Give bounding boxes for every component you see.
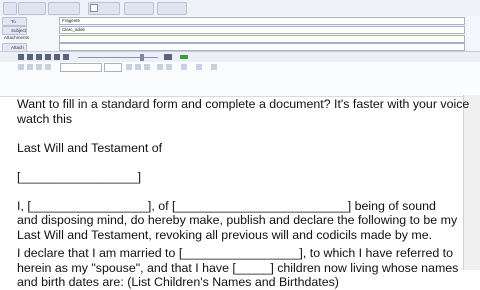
format-button[interactable] — [18, 64, 24, 70]
message-header: To Fragente Subject Clarc_adde Attachmen… — [0, 16, 480, 52]
paragraph-1-line-1: I, [_________________], of [____________… — [17, 198, 436, 213]
subject-value: Clarc_adde — [62, 27, 86, 32]
paragraph-1-line-3: Last Will and Testament, revoking all pr… — [17, 227, 433, 242]
paragraph-2-line-3: and birth dates are: (List Children's Na… — [17, 275, 339, 289]
subject-button[interactable]: Subject — [2, 26, 27, 35]
toolbar-button-1[interactable] — [3, 2, 17, 15]
to-field[interactable]: Fragente — [59, 17, 465, 25]
document-body[interactable]: Want to fill in a standard form and comp… — [17, 97, 470, 290]
record-icon[interactable] — [63, 54, 69, 60]
subject-field[interactable]: Clarc_adde — [59, 26, 465, 34]
toolbar-button-3[interactable] — [48, 2, 80, 15]
to-button[interactable]: To — [2, 17, 27, 26]
format-button[interactable] — [27, 64, 33, 70]
underline-button[interactable] — [144, 64, 150, 70]
bold-button[interactable] — [126, 64, 132, 70]
volume-icon[interactable] — [164, 54, 172, 60]
pause-icon[interactable] — [36, 54, 42, 60]
subject-label: Subject — [11, 28, 27, 33]
formatting-toolbar — [0, 62, 480, 97]
size-select[interactable] — [104, 63, 122, 72]
align-button[interactable] — [166, 64, 172, 70]
paragraph-2-line-2: herein as my "spouse", and that I have [… — [17, 260, 459, 275]
format-button[interactable] — [45, 64, 51, 70]
align-button[interactable] — [157, 64, 163, 70]
vertical-scrollbar[interactable] — [463, 95, 480, 270]
toolbar-checkbox[interactable] — [90, 4, 98, 12]
name-blank: [_________________] — [17, 169, 142, 184]
intro-line-2: watch this — [17, 111, 73, 126]
forward-icon[interactable] — [54, 54, 60, 60]
attachments-label: Attachments — [4, 35, 30, 40]
list-button[interactable] — [181, 64, 187, 70]
paragraph-2-line-1: I declare that I am married to [________… — [17, 246, 454, 260]
play-icon[interactable] — [27, 54, 33, 60]
intro-line-1: Want to fill in a standard form and comp… — [17, 97, 470, 111]
will-title: Last Will and Testament of — [17, 140, 163, 155]
attach-field[interactable] — [59, 43, 465, 51]
position-slider[interactable] — [78, 57, 158, 58]
indent-button[interactable] — [196, 64, 202, 70]
italic-button[interactable] — [135, 64, 141, 70]
to-value: Fragente — [62, 18, 81, 23]
toolbar-button-5[interactable] — [124, 2, 154, 15]
attachments-field[interactable] — [59, 35, 465, 43]
attach-label: Attach — [11, 45, 24, 50]
slider-thumb[interactable] — [140, 54, 144, 61]
font-select[interactable] — [60, 63, 102, 72]
toolbar-button-6[interactable] — [157, 2, 187, 15]
paragraph-1-line-2: and disposing mind, do hereby make, publ… — [17, 213, 458, 227]
rewind-icon[interactable] — [45, 54, 51, 60]
color-button[interactable] — [211, 64, 217, 70]
format-button[interactable] — [36, 64, 42, 70]
stop-icon[interactable] — [18, 54, 24, 60]
toolbar-button-2[interactable] — [18, 2, 46, 15]
to-label: To — [11, 19, 16, 24]
level-meter — [180, 55, 188, 59]
top-toolbar — [0, 0, 480, 17]
